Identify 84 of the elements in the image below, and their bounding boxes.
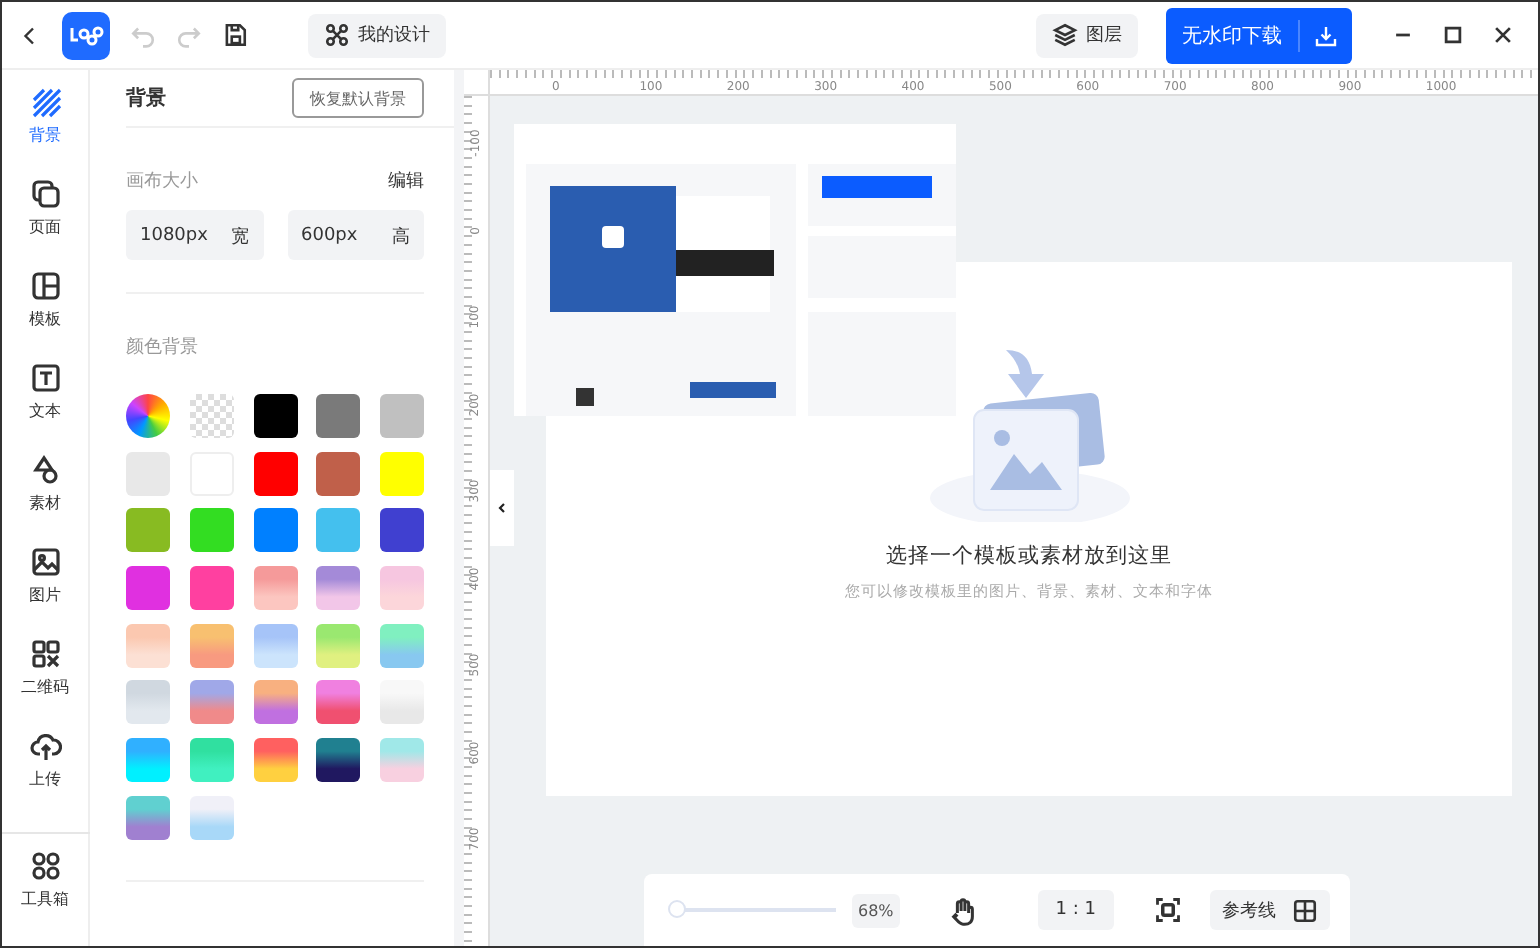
upload-cloud-icon (29, 730, 61, 762)
color-swatch[interactable] (189, 566, 234, 611)
fit-screen-button[interactable] (1154, 896, 1182, 924)
gradient-swatch[interactable] (316, 566, 361, 611)
gradient-swatch[interactable] (126, 623, 170, 668)
shapes-icon (29, 454, 61, 486)
text-icon (29, 362, 61, 394)
sidebar-item[interactable]: 背景 (2, 86, 89, 178)
sidebar-item[interactable]: 工具箱 (2, 850, 89, 942)
logo-icon (62, 11, 110, 59)
redo-icon (176, 22, 202, 48)
grid-icon (1292, 897, 1318, 923)
save-button[interactable] (222, 22, 248, 48)
image-icon (29, 546, 61, 578)
zoom-percent: 68% (852, 893, 900, 927)
edit-link[interactable]: 编辑 (388, 168, 424, 194)
color-swatch[interactable] (126, 566, 170, 611)
layers-icon (1052, 22, 1078, 48)
color-swatch[interactable] (126, 508, 170, 553)
pages-icon (29, 178, 61, 210)
sidebar-item[interactable]: 素材 (2, 454, 89, 546)
sidebar-item[interactable]: 页面 (2, 178, 89, 270)
gradient-swatch[interactable] (316, 623, 361, 668)
gradient-swatch[interactable] (126, 680, 170, 725)
pan-tool-button[interactable] (947, 895, 978, 925)
save-icon (222, 22, 248, 48)
color-swatch[interactable] (253, 394, 297, 438)
color-swatch[interactable] (316, 394, 361, 438)
sidebar-item[interactable]: 图片 (2, 546, 89, 638)
sidebar-item[interactable]: 上传 (2, 730, 89, 822)
gradient-swatch[interactable] (253, 738, 297, 783)
maximize-button[interactable] (1442, 24, 1464, 46)
gradient-swatch[interactable] (189, 680, 234, 725)
gradient-swatch[interactable] (380, 738, 424, 783)
guides-button[interactable]: 参考线 (1210, 890, 1330, 930)
unit-label: 宽 (231, 225, 249, 250)
sidebar-item[interactable]: 二维码 (2, 638, 89, 730)
sidebar-item[interactable]: 模板 (2, 270, 89, 362)
collapse-panel-button[interactable] (490, 470, 514, 546)
hand-icon (947, 895, 978, 925)
gradient-swatch[interactable] (189, 623, 234, 668)
gradient-swatch[interactable] (316, 680, 361, 725)
color-picker-swatch[interactable] (126, 394, 170, 438)
color-swatch[interactable] (253, 451, 297, 496)
gradient-swatch[interactable] (253, 680, 297, 725)
layers-button[interactable]: 图层 (1036, 13, 1138, 57)
gradient-swatch[interactable] (126, 738, 170, 783)
close-button[interactable] (1492, 24, 1514, 46)
unit-label: 高 (392, 225, 410, 250)
undo-icon (130, 22, 156, 48)
download-icon (1314, 23, 1338, 47)
color-swatch[interactable] (380, 508, 424, 553)
reset-background-button[interactable]: 恢复默认背景 (292, 78, 424, 118)
sidebar-item[interactable]: 文本 (2, 362, 89, 454)
layout-icon (29, 270, 61, 302)
color-swatch[interactable] (380, 451, 424, 496)
panel-title: 背景 (126, 85, 166, 112)
stripes-icon (29, 86, 61, 118)
apps-icon (29, 850, 61, 882)
color-swatch[interactable] (316, 508, 361, 553)
chevron-left-icon (494, 498, 510, 518)
gradient-swatch[interactable] (380, 566, 424, 611)
knot-icon (324, 22, 350, 48)
qr-code-icon (29, 638, 61, 670)
close-icon (1492, 24, 1514, 46)
gradient-swatch[interactable] (189, 738, 234, 783)
my-designs-button[interactable]: 我的设计 (308, 13, 446, 57)
gradient-swatch[interactable] (380, 623, 424, 668)
gradient-swatch[interactable] (316, 738, 361, 783)
color-swatch[interactable] (380, 394, 424, 438)
maximize-icon (1442, 24, 1464, 46)
empty-state-title: 选择一个模板或素材放到这里 (886, 542, 1172, 570)
color-swatch[interactable] (253, 508, 297, 553)
color-swatch[interactable] (189, 508, 234, 553)
actual-size-button[interactable]: 1 : 1 (1037, 890, 1114, 930)
section-label: 颜色背景 (126, 335, 198, 360)
gradient-swatch[interactable] (253, 566, 297, 611)
fit-screen-icon (1154, 896, 1182, 924)
gradient-swatch[interactable] (126, 795, 170, 840)
transparent-swatch[interactable] (189, 394, 234, 438)
section-label: 画布大小 (126, 169, 198, 194)
gradient-swatch[interactable] (189, 795, 234, 840)
gradient-swatch[interactable] (253, 623, 297, 668)
color-swatch[interactable] (316, 451, 361, 496)
